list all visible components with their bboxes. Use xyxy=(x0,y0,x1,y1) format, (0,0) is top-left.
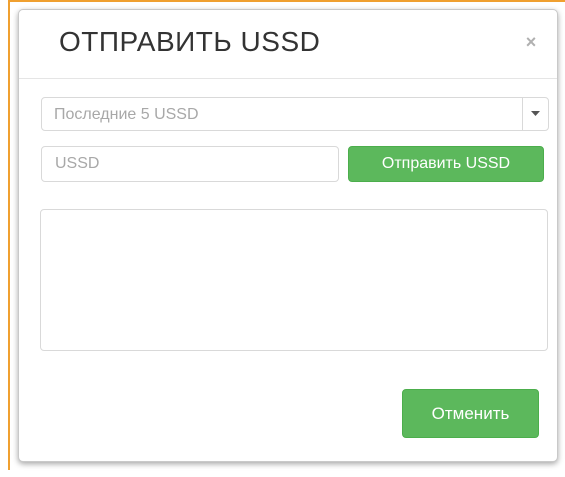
dialog-title: ОТПРАВИТЬ USSD xyxy=(59,26,321,57)
dialog-header: ОТПРАВИТЬ USSD × xyxy=(19,10,557,79)
ussd-code-input[interactable] xyxy=(41,146,339,182)
ussd-history-dropdown-toggle[interactable] xyxy=(522,98,548,130)
ussd-response-output[interactable] xyxy=(40,209,548,351)
ussd-history-selected-value: Последние 5 USSD xyxy=(54,106,199,123)
close-icon[interactable]: × xyxy=(521,32,541,52)
ussd-history-select[interactable]: Последние 5 USSD xyxy=(41,97,549,131)
send-ussd-button[interactable]: Отправить USSD xyxy=(348,146,544,182)
background-window-edge-left xyxy=(8,0,10,470)
background-window-edge-top xyxy=(8,0,565,2)
chevron-down-icon xyxy=(531,111,540,116)
send-ussd-dialog: ОТПРАВИТЬ USSD × Последние 5 USSD Отправ… xyxy=(18,9,558,462)
cancel-button[interactable]: Отменить xyxy=(402,389,539,438)
